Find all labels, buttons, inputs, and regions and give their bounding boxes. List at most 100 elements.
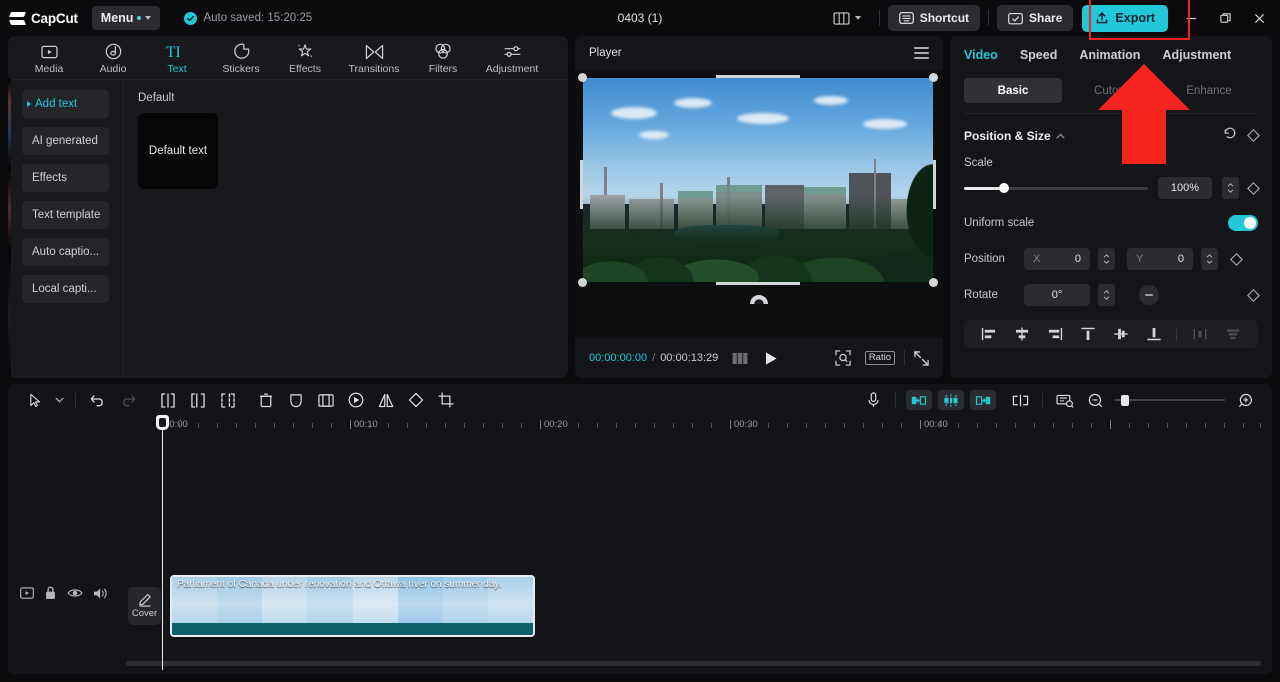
tab-animation[interactable]: Animation (1079, 48, 1140, 62)
selection-handle-bottom[interactable] (716, 282, 800, 285)
menu-button[interactable]: Menu (91, 6, 161, 30)
play-button[interactable] (764, 351, 778, 366)
ratio-button[interactable]: Ratio (864, 351, 895, 365)
category-tab-transitions[interactable]: Transitions (338, 40, 410, 75)
selection-handle-top-right[interactable] (929, 73, 938, 82)
timeline-clip[interactable]: Parliament of Canada under renovation an… (170, 575, 535, 637)
zoom-to-fit-button[interactable] (835, 350, 851, 366)
shortcut-button[interactable]: Shortcut (887, 5, 981, 31)
category-tab-adjustment[interactable]: Adjustment (476, 40, 548, 75)
speed-icon[interactable] (341, 388, 371, 412)
timeline-horizontal-scrollbar[interactable] (126, 661, 1261, 666)
sidebar-item-ai-generated[interactable]: AI generated (22, 127, 109, 155)
subtab-cutout[interactable]: Cutout (1062, 78, 1160, 103)
scale-keyframe-button[interactable] (1247, 181, 1260, 195)
snap-left-icon[interactable] (906, 390, 932, 410)
distribute-vertical-icon[interactable] (1216, 322, 1249, 346)
mask-icon[interactable] (281, 388, 311, 412)
export-button[interactable]: Export (1082, 4, 1168, 32)
close-button[interactable] (1242, 0, 1276, 36)
selection-handle-left[interactable] (580, 159, 583, 209)
selection-handle-top-left[interactable] (578, 73, 587, 82)
speaker-icon[interactable] (93, 587, 108, 600)
reset-button[interactable] (1223, 126, 1237, 145)
current-timecode[interactable]: 00:00:00:00 (589, 352, 647, 364)
playhead[interactable] (156, 415, 169, 670)
align-right-icon[interactable] (1038, 322, 1071, 346)
rotate-stepper[interactable] (1098, 284, 1115, 306)
fullscreen-button[interactable] (914, 350, 929, 366)
default-text-card[interactable]: Default text (138, 113, 218, 189)
snap-right-icon[interactable] (970, 390, 996, 410)
selection-handle-top[interactable] (716, 75, 800, 78)
scale-slider[interactable] (964, 183, 1148, 193)
crop-icon[interactable] (431, 388, 461, 412)
playhead-grip[interactable] (156, 415, 169, 430)
cover-button[interactable]: Cover (128, 587, 161, 625)
align-bottom-icon[interactable] (1137, 322, 1170, 346)
select-tool-icon[interactable] (20, 388, 50, 412)
layout-switch-button[interactable] (827, 8, 867, 29)
position-x-input[interactable]: X 0 (1024, 248, 1090, 270)
frame-view-button[interactable] (732, 352, 748, 365)
subtab-basic[interactable]: Basic (964, 78, 1062, 103)
zoom-in-icon[interactable] (1230, 388, 1260, 412)
magnet-icon[interactable] (938, 390, 964, 410)
sidebar-item-text-template[interactable]: Text template (22, 201, 109, 229)
microphone-icon[interactable] (858, 388, 888, 412)
sidebar-item-add-text[interactable]: Add text (22, 90, 109, 118)
scale-stepper[interactable] (1222, 177, 1239, 199)
sidebar-item-auto-captions[interactable]: Auto captio... (22, 238, 109, 266)
scale-slider-knob[interactable] (999, 183, 1010, 193)
align-left-icon[interactable] (972, 322, 1005, 346)
tab-adjustment[interactable]: Adjustment (1162, 48, 1231, 62)
uniform-scale-toggle[interactable] (1228, 215, 1258, 231)
timeline-ruler[interactable]: 00:00 00:10 00:20 00:30 00:40 (160, 416, 1272, 438)
eye-icon[interactable] (67, 587, 83, 599)
position-y-stepper[interactable] (1201, 248, 1218, 270)
zoom-out-icon[interactable] (1080, 388, 1110, 412)
minimize-button[interactable] (1174, 0, 1208, 36)
distribute-horizontal-icon[interactable] (1183, 322, 1216, 346)
align-top-icon[interactable] (1071, 322, 1104, 346)
trim-start-icon[interactable] (183, 388, 213, 412)
zoom-slider-knob[interactable] (1121, 394, 1129, 406)
category-tab-text[interactable]: TI Text (146, 40, 208, 75)
undo-icon[interactable] (83, 388, 113, 412)
selection-handle-bottom-right[interactable] (929, 278, 938, 287)
align-center-vertical-icon[interactable] (1104, 322, 1137, 346)
position-y-input[interactable]: Y 0 (1127, 248, 1193, 270)
preview-canvas[interactable] (578, 73, 938, 287)
selection-handle-bottom-left[interactable] (578, 278, 587, 287)
category-tab-media[interactable]: Media (18, 40, 80, 75)
subtab-enhance[interactable]: Enhance (1160, 78, 1258, 103)
position-keyframe-button[interactable] (1230, 252, 1243, 266)
player-menu-icon[interactable] (914, 47, 929, 59)
link-icon[interactable] (1005, 388, 1035, 412)
rotate-dial[interactable] (1139, 285, 1159, 305)
delete-icon[interactable] (251, 388, 281, 412)
rotate-input[interactable]: 0° (1024, 284, 1090, 306)
freeze-icon[interactable] (311, 388, 341, 412)
category-tab-stickers[interactable]: Stickers (210, 40, 272, 75)
split-icon[interactable] (153, 388, 183, 412)
mirror-icon[interactable] (371, 388, 401, 412)
rotate-handle-icon[interactable] (748, 292, 770, 310)
sidebar-item-local-captions[interactable]: Local capti... (22, 275, 109, 303)
tab-speed[interactable]: Speed (1020, 48, 1058, 62)
sidebar-item-effects[interactable]: Effects (22, 164, 109, 192)
redo-icon[interactable] (113, 388, 143, 412)
category-tab-filters[interactable]: Filters (412, 40, 474, 75)
category-tab-audio[interactable]: Audio (82, 40, 144, 75)
keyframe-button[interactable] (1247, 129, 1260, 142)
select-dropdown-icon[interactable] (50, 388, 68, 412)
tab-video[interactable]: Video (964, 48, 998, 62)
maximize-button[interactable] (1208, 0, 1242, 36)
selection-handle-right[interactable] (933, 159, 936, 209)
rotate-icon[interactable] (401, 388, 431, 412)
zoom-slider[interactable] (1115, 393, 1225, 407)
category-tab-effects[interactable]: Effects (274, 40, 336, 75)
share-button[interactable]: Share (997, 5, 1074, 31)
scale-value-input[interactable]: 100% (1158, 177, 1212, 199)
position-x-stepper[interactable] (1098, 248, 1115, 270)
